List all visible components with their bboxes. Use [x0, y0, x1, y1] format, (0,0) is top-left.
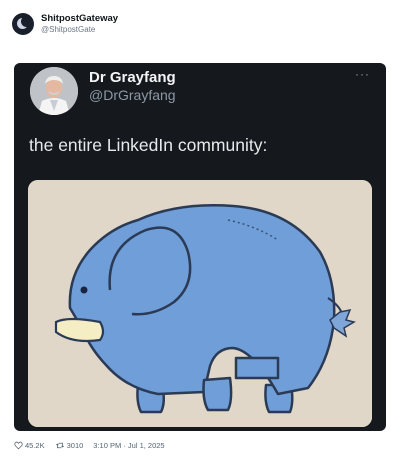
heart-icon — [14, 441, 23, 450]
more-dots-icon: ··· — [355, 67, 370, 81]
outer-avatar[interactable] — [12, 13, 34, 35]
retweet-icon — [55, 442, 64, 449]
timestamp[interactable]: 3:10 PM · Jul 1, 2025 — [93, 441, 164, 450]
embedded-tweet-screenshot[interactable]: Dr Grayfang @DrGrayfang ··· the entire L… — [14, 63, 386, 431]
like-stat[interactable]: 45.2K — [14, 441, 45, 450]
inner-handle: @DrGrayfang — [89, 87, 176, 103]
tweet-footer: 45.2K 3010 3:10 PM · Jul 1, 2025 — [14, 441, 165, 450]
outer-author: ShitpostGateway @ShitpostGate — [41, 13, 118, 35]
elephant-drawing-image — [28, 180, 372, 427]
retweet-count: 3010 — [66, 441, 84, 450]
inner-display-name: Dr Grayfang — [89, 69, 176, 86]
inner-avatar — [30, 67, 78, 115]
like-count: 45.2K — [25, 441, 45, 450]
retweet-stat[interactable]: 3010 — [55, 441, 84, 450]
outer-handle[interactable]: @ShitpostGate — [41, 24, 118, 35]
inner-tweet-text: the entire LinkedIn community: — [29, 135, 268, 155]
outer-display-name[interactable]: ShitpostGateway — [41, 13, 118, 24]
outer-tweet-header: ShitpostGateway @ShitpostGate — [12, 10, 118, 38]
